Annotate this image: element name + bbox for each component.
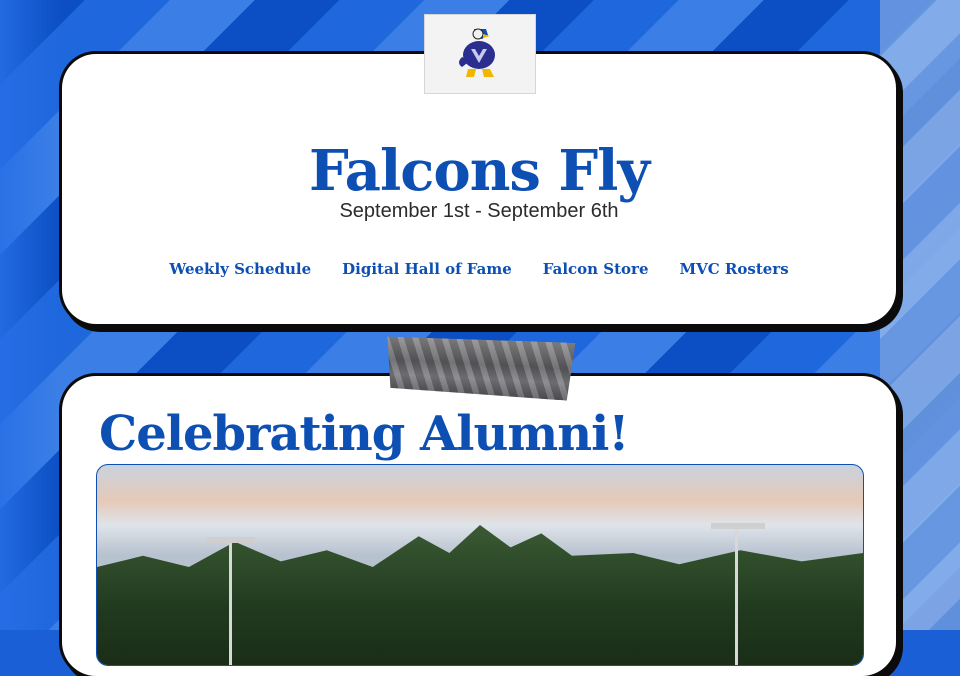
header-card: Falcons Fly September 1st - September 6t… [62, 54, 896, 324]
falcon-mascot-logo [459, 28, 495, 77]
logo-tab[interactable] [424, 14, 536, 94]
section-title: Celebrating Alumni! [99, 406, 629, 462]
light-pole-right-fixture [711, 523, 765, 529]
light-pole-left [229, 541, 232, 665]
background-left-edge [0, 0, 60, 630]
content-card: Celebrating Alumni! [62, 376, 896, 676]
nav-link-mvc-rosters[interactable]: MVC Rosters [680, 260, 789, 278]
page-title: Falcons Fly [308, 138, 650, 204]
light-pole-right [735, 527, 738, 665]
date-range-subtitle: September 1st - September 6th [339, 200, 619, 222]
alumni-photo[interactable] [96, 464, 864, 666]
nav-link-weekly-schedule[interactable]: Weekly Schedule [169, 260, 311, 278]
nav-link-digital-hall-of-fame[interactable]: Digital Hall of Fame [342, 260, 512, 278]
nav-link-falcon-store[interactable]: Falcon Store [543, 260, 649, 278]
photo-trees [97, 525, 863, 665]
main-nav: Weekly Schedule Digital Hall of Fame Fal… [62, 260, 896, 278]
light-pole-left-fixture [207, 537, 255, 543]
